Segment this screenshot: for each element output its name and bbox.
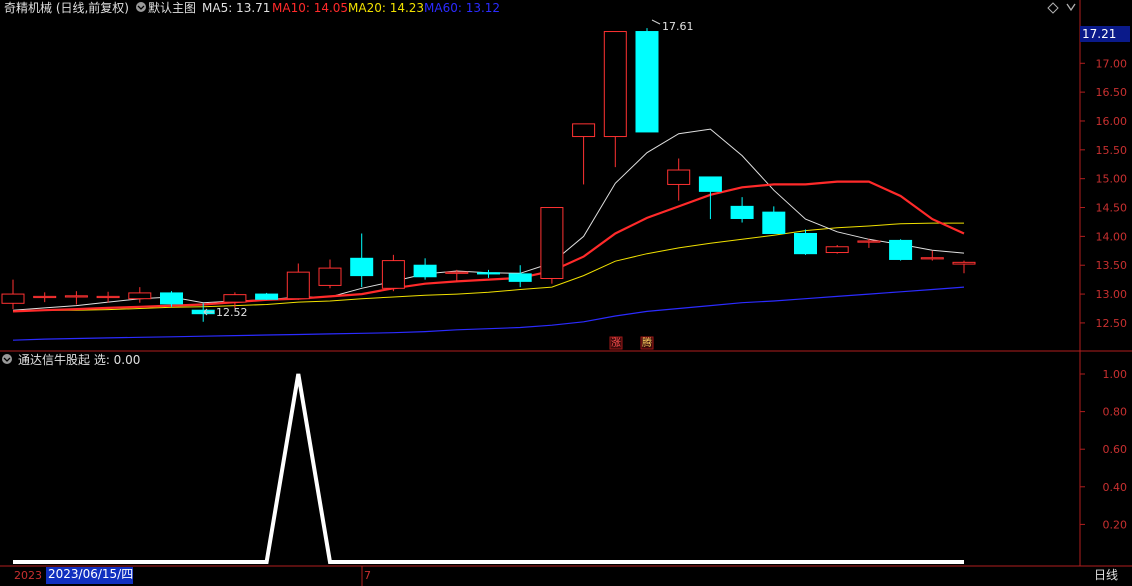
main-y-ticks: 12.50 13.00 13.50 14.00 14.50 15.00 15.50 16.00… [1080,28,1128,330]
indicator-series-line [13,373,964,564]
ma20-label: MA20: 14.23 [348,1,425,15]
sub-y-tick-label: 0.20 [1103,518,1128,531]
candle-up [96,295,120,299]
high-arrow [651,19,661,25]
candle-up [33,295,57,299]
candle-up [381,260,405,289]
sub-y-tick-label: 0.60 [1103,443,1128,456]
candle-down [255,293,279,300]
main-y-tick-label: 17.00 [1096,57,1128,70]
month-label: 7 [364,569,371,582]
low-price-label: 12.52 [216,306,248,319]
candle-up [286,271,310,300]
template-dropdown-icon[interactable] [136,2,146,12]
candle-down [477,272,500,275]
main-y-tick-label: 15.00 [1096,173,1128,186]
main-y-tick-label: 13.50 [1096,259,1128,272]
ma5-label: MA5: 13.71 [202,1,271,15]
sub-y-tick-label: 0.40 [1103,481,1128,494]
sub-y-tick-label: 1.00 [1103,368,1128,381]
candle-down [889,239,913,260]
candle-down [508,273,532,282]
candle-down [698,176,722,192]
candle-down [350,257,374,277]
candle-down [794,232,817,255]
diamond-icon[interactable] [1047,2,1059,14]
candle-up [64,295,88,298]
high-price-label: 17.61 [662,20,694,33]
candle-up [667,169,691,185]
indicator-label: 通达信牛股起 选: 0.00 [18,353,141,367]
candle-up [223,294,247,303]
candle-down [160,292,183,305]
candle-up [572,123,596,138]
candle-down [635,31,659,133]
candle-down [762,211,786,234]
candle-down [413,264,437,278]
ma5-line [12,128,965,311]
chevron-down-icon[interactable] [1066,3,1076,12]
candle-up [1,293,25,304]
candle-up [857,240,881,243]
period-label[interactable]: 日线 [1094,569,1118,582]
stock-name-label: 奇精机械 (日线,前复权) [4,1,129,15]
candle-up [603,31,627,138]
sub-y-ticks: 0.20 0.40 0.60 0.80 1.00 [1080,368,1127,531]
ma10-label: MA10: 14.05 [272,1,349,15]
mark-label-zhang: 涨 [611,338,621,349]
year-label: 2023 [14,569,42,582]
candle-up [540,207,564,279]
chart-frame: 12.50 13.00 13.50 14.00 14.50 15.00 15.50 16.00… [0,0,1132,586]
mark-label-teng: 腾 [642,338,652,349]
main-y-tick-label: 16.00 [1096,115,1128,128]
candle-up [318,267,342,286]
ma60-line [12,286,965,341]
main-y-tick-label: 13.00 [1096,288,1128,301]
main-y-tick-label: 12.50 [1096,317,1128,330]
ma60-label: MA60: 13.12 [424,1,501,15]
main-y-tick-label: 14.50 [1096,202,1128,215]
candle-up [952,261,976,265]
indicator-line [13,373,964,564]
candle-up [445,271,469,274]
ma-lines [12,128,965,341]
main-y-tick-label: 16.50 [1096,86,1128,99]
main-y-tick-label: 15.50 [1096,144,1128,157]
template-label[interactable]: 默认主图 [148,1,196,15]
current-price-label: 17.21 [1082,27,1117,41]
candles [1,28,976,322]
main-y-tick-label: 14.00 [1096,230,1128,243]
sub-y-tick-label: 0.80 [1103,406,1128,419]
candle-up [825,246,849,254]
candle-up [920,257,944,260]
candle-down [730,205,754,219]
sub-panel-toggle-icon[interactable] [2,354,12,364]
cursor-date-label: 2023/06/15/四 [48,567,134,581]
candle-up [128,292,152,300]
